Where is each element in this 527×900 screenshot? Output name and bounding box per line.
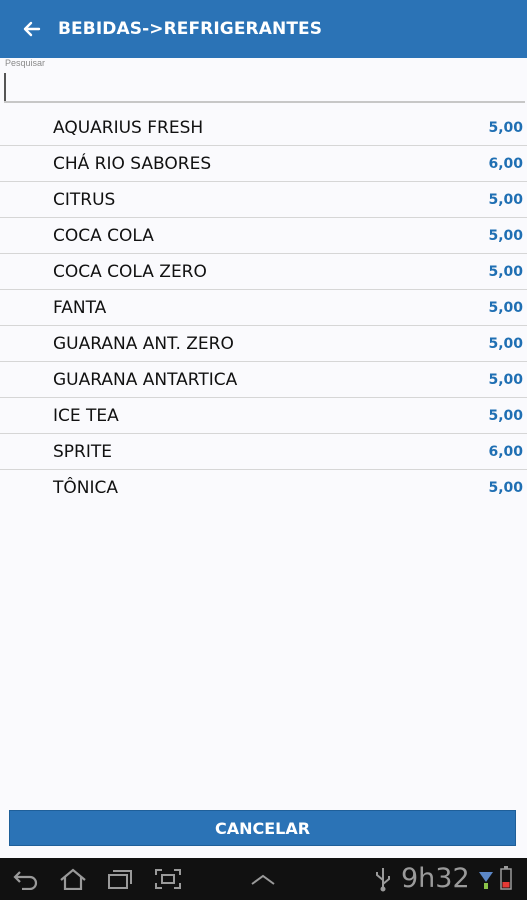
list-item[interactable]: COCA COLA ZERO 5,00 [0, 254, 527, 290]
list-item[interactable]: FANTA 5,00 [0, 290, 527, 326]
list-item[interactable]: COCA COLA 5,00 [0, 218, 527, 254]
item-price: 5,00 [488, 227, 523, 244]
search-underline [4, 101, 525, 103]
list-item[interactable]: GUARANA ANTARTICA 5,00 [0, 362, 527, 398]
usb-icon [376, 868, 390, 892]
item-name: GUARANA ANT. ZERO [53, 333, 234, 354]
item-price: 5,00 [488, 263, 523, 280]
product-list: AQUARIUS FRESH 5,00 CHÁ RIO SABORES 6,00 CIT… [0, 110, 527, 506]
item-price: 5,00 [488, 407, 523, 424]
back-icon[interactable] [12, 868, 40, 890]
item-name: ICE TEA [53, 405, 119, 426]
list-item[interactable]: CHÁ RIO SABORES 6,00 [0, 146, 527, 182]
item-name: CITRUS [53, 189, 116, 210]
item-price: 6,00 [488, 155, 523, 172]
search-input[interactable] [4, 73, 525, 103]
recent-apps-icon[interactable] [106, 868, 134, 890]
item-price: 5,00 [488, 191, 523, 208]
item-price: 5,00 [488, 119, 523, 136]
list-item[interactable]: AQUARIUS FRESH 5,00 [0, 110, 527, 146]
item-name: COCA COLA ZERO [53, 261, 207, 282]
list-item[interactable]: TÔNICA 5,00 [0, 470, 527, 506]
battery-icon [500, 866, 512, 890]
item-name: AQUARIUS FRESH [53, 117, 204, 138]
app-bar: BEBIDAS->REFRIGERANTES [0, 0, 527, 58]
signal-icon [479, 872, 493, 889]
list-item[interactable]: ICE TEA 5,00 [0, 398, 527, 434]
item-price: 5,00 [488, 335, 523, 352]
screenshot-icon[interactable] [154, 868, 182, 890]
item-name: TÔNICA [53, 478, 118, 498]
item-price: 5,00 [488, 480, 523, 496]
item-name: CHÁ RIO SABORES [53, 153, 212, 174]
item-price: 6,00 [488, 443, 523, 460]
home-icon[interactable] [58, 868, 88, 890]
item-price: 5,00 [488, 371, 523, 388]
clock: 9h32 [401, 863, 470, 894]
item-name: COCA COLA [53, 225, 154, 246]
system-nav-bar: 9h32 [0, 858, 527, 900]
cancel-button[interactable]: CANCELAR [9, 810, 516, 846]
page-title: BEBIDAS->REFRIGERANTES [58, 19, 323, 39]
list-item[interactable]: SPRITE 6,00 [0, 434, 527, 470]
chevron-up-icon[interactable] [250, 874, 276, 886]
item-name: FANTA [53, 297, 107, 318]
list-item[interactable]: CITRUS 5,00 [0, 182, 527, 218]
search-label: Pesquisar [5, 58, 46, 68]
arrow-left-icon [23, 21, 41, 37]
list-item[interactable]: GUARANA ANT. ZERO 5,00 [0, 326, 527, 362]
item-price: 5,00 [488, 299, 523, 316]
item-name: SPRITE [53, 441, 112, 462]
search-field: Pesquisar [0, 58, 527, 106]
item-name: GUARANA ANTARTICA [53, 369, 238, 390]
back-button[interactable] [10, 0, 54, 58]
